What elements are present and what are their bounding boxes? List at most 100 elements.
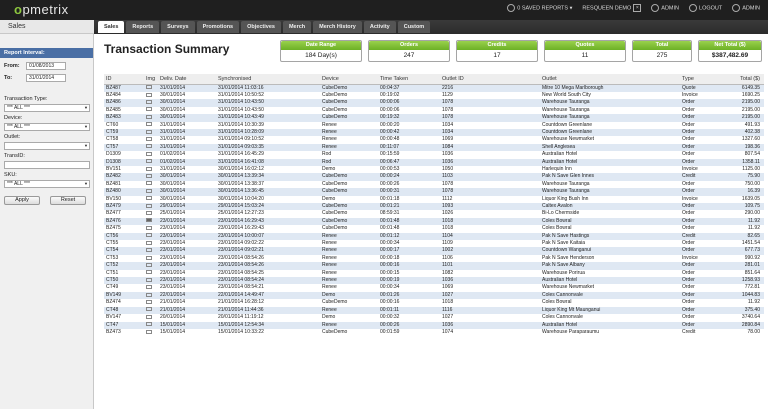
tab-promotions[interactable]: Promotions bbox=[196, 21, 240, 33]
image-icon[interactable] bbox=[146, 248, 152, 253]
table-cell[interactable]: BV150 bbox=[104, 195, 144, 203]
table-row[interactable]: BZ484 30/01/2014 31/01/2014 10:50:52 CubeDe… bbox=[104, 91, 764, 100]
table-cell[interactable]: BZ485 bbox=[104, 106, 144, 115]
column-header[interactable]: Synchronised bbox=[216, 74, 320, 85]
image-icon[interactable] bbox=[146, 85, 152, 90]
image-icon[interactable] bbox=[146, 114, 152, 119]
column-header[interactable]: Img bbox=[144, 74, 158, 85]
table-row[interactable]: BZ486 30/01/2014 31/01/2014 10:43:50 CubeDe… bbox=[104, 99, 764, 107]
table-row[interactable]: BZ474 21/01/2014 21/01/2014 16:28:12 CubeDe… bbox=[104, 299, 764, 307]
tab-activity[interactable]: Activity bbox=[363, 21, 396, 33]
tab-objectives[interactable]: Objectives bbox=[241, 21, 281, 33]
table-row[interactable]: CT53 23/01/2014 23/01/2014 08:54:26 Renee 00… bbox=[104, 254, 764, 263]
image-icon[interactable] bbox=[146, 166, 152, 171]
table-cell[interactable]: CT56 bbox=[104, 232, 144, 241]
app-logo[interactable]: opmetrix bbox=[14, 2, 69, 17]
table-cell[interactable]: CT51 bbox=[104, 269, 144, 278]
table-cell[interactable]: BZ481 bbox=[104, 180, 144, 189]
tab-merch[interactable]: Merch bbox=[282, 21, 312, 33]
device-select[interactable]: *** ALL *** bbox=[4, 123, 90, 131]
column-header[interactable]: Outlet bbox=[540, 74, 680, 85]
table-row[interactable]: CT59 31/01/2014 31/01/2014 10:28:09 Renee 00… bbox=[104, 128, 764, 137]
table-row[interactable]: BV147 20/01/2014 20/01/2014 11:19:12 Demo 00… bbox=[104, 314, 764, 322]
table-cell[interactable]: BZ487 bbox=[104, 84, 144, 92]
table-row[interactable]: CT55 23/01/2014 23/01/2014 09:02:22 Renee 00… bbox=[104, 240, 764, 248]
table-cell[interactable]: BV147 bbox=[104, 314, 144, 322]
admin-link-1[interactable]: ADMIN bbox=[651, 4, 679, 12]
logout-link[interactable]: LOGOUT bbox=[689, 4, 722, 12]
outlet-input[interactable] bbox=[4, 142, 90, 150]
from-date-input[interactable]: 01/08/2013 bbox=[26, 62, 66, 70]
table-row[interactable]: BZ485 30/01/2014 31/01/2014 10:43:50 CubeDe… bbox=[104, 106, 764, 115]
image-icon[interactable] bbox=[146, 307, 152, 312]
column-header[interactable]: ID bbox=[104, 74, 144, 85]
table-cell[interactable]: CT58 bbox=[104, 136, 144, 144]
table-cell[interactable]: BZ473 bbox=[104, 328, 144, 337]
admin-link-2[interactable]: ADMIN bbox=[732, 4, 760, 12]
table-row[interactable]: CT57 31/01/2014 31/01/2014 09:03:35 Renee 00… bbox=[104, 143, 764, 152]
image-icon[interactable] bbox=[146, 262, 152, 267]
reset-button[interactable]: Reset bbox=[50, 196, 86, 205]
tab-surveys[interactable]: Surveys bbox=[161, 21, 195, 33]
table-cell[interactable]: CT53 bbox=[104, 254, 144, 263]
table-row[interactable]: CT60 31/01/2014 31/01/2014 10:30:39 Renee 00… bbox=[104, 121, 764, 129]
table-cell[interactable]: BZ474 bbox=[104, 299, 144, 307]
table-row[interactable]: BZ482 30/01/2014 30/01/2014 13:39:34 CubeDe… bbox=[104, 173, 764, 181]
column-header[interactable]: Device bbox=[320, 74, 378, 85]
image-icon[interactable] bbox=[146, 174, 152, 179]
table-cell[interactable]: BZ484 bbox=[104, 91, 144, 100]
apply-button[interactable]: Apply bbox=[4, 196, 40, 205]
image-icon[interactable] bbox=[146, 129, 152, 134]
table-row[interactable]: BZ480 30/01/2014 30/01/2014 13:36:45 CubeDe… bbox=[104, 188, 764, 196]
table-row[interactable]: CT52 23/01/2014 23/01/2014 08:54:26 Renee 00… bbox=[104, 262, 764, 270]
table-cell[interactable]: CT47 bbox=[104, 321, 144, 329]
table-row[interactable]: BZ477 25/01/2014 25/01/2014 12:27:23 CubeDe… bbox=[104, 210, 764, 218]
column-header[interactable]: Outlet ID bbox=[440, 74, 540, 85]
image-icon[interactable] bbox=[146, 137, 152, 142]
table-cell[interactable]: BZ480 bbox=[104, 188, 144, 196]
table-row[interactable]: BZ476 23/01/2014 23/01/2014 16:29:43 CubeDe… bbox=[104, 217, 764, 226]
table-row[interactable]: CT49 23/01/2014 23/01/2014 08:54:21 Renee 00… bbox=[104, 284, 764, 292]
table-cell[interactable]: CT55 bbox=[104, 240, 144, 248]
user-menu[interactable]: RESQUEEN DEMO × bbox=[582, 4, 642, 12]
transid-input[interactable] bbox=[4, 161, 90, 169]
tab-reports[interactable]: Reports bbox=[126, 21, 160, 33]
table-cell[interactable]: D1308 bbox=[104, 158, 144, 166]
table-row[interactable]: BZ473 15/01/2014 15/01/2014 10:33:22 CubeDe… bbox=[104, 328, 764, 337]
column-header[interactable]: Deliv. Date bbox=[158, 74, 216, 85]
table-row[interactable]: BZ487 31/01/2014 31/01/2014 11:03:16 CubeDe… bbox=[104, 84, 764, 92]
table-row[interactable]: CT51 23/01/2014 23/01/2014 08:54:25 Renee 00… bbox=[104, 269, 764, 278]
image-icon[interactable] bbox=[146, 181, 152, 186]
table-row[interactable]: CT48 21/01/2014 21/01/2014 11:44:36 Renee 00… bbox=[104, 306, 764, 315]
column-header[interactable]: Time Taken bbox=[378, 74, 440, 85]
table-row[interactable]: BV149 22/01/2014 22/01/2014 14:49:47 Demo 00… bbox=[104, 291, 764, 300]
image-icon[interactable] bbox=[146, 99, 152, 104]
column-header[interactable]: Total ($) bbox=[722, 74, 764, 85]
table-row[interactable]: BZ483 30/01/2014 31/01/2014 10:43:49 CubeDe… bbox=[104, 114, 764, 122]
image-icon[interactable] bbox=[146, 144, 152, 149]
to-date-input[interactable]: 31/01/2014 bbox=[26, 74, 66, 82]
image-icon[interactable] bbox=[146, 92, 152, 97]
image-icon[interactable] bbox=[146, 270, 152, 275]
column-header[interactable]: Type bbox=[680, 74, 722, 85]
image-icon[interactable] bbox=[146, 159, 152, 164]
table-row[interactable]: CT50 23/01/2014 23/01/2014 08:54:24 Renee 00… bbox=[104, 277, 764, 285]
image-icon[interactable] bbox=[146, 211, 152, 216]
table-cell[interactable]: CT48 bbox=[104, 306, 144, 315]
table-cell[interactable]: BV151 bbox=[104, 165, 144, 174]
tab-sales[interactable]: Sales bbox=[98, 21, 125, 33]
table-row[interactable]: BV150 30/01/2014 30/01/2014 10:04:20 Demo 00… bbox=[104, 195, 764, 203]
table-cell[interactable]: BZ482 bbox=[104, 173, 144, 181]
table-cell[interactable]: BZ483 bbox=[104, 114, 144, 122]
table-cell[interactable]: CT59 bbox=[104, 128, 144, 137]
image-icon[interactable] bbox=[146, 122, 152, 127]
table-row[interactable]: D1309 01/02/2014 31/01/2014 16:45:29 Rod 00:… bbox=[104, 151, 764, 159]
table-cell[interactable]: BZ486 bbox=[104, 99, 144, 107]
image-icon[interactable] bbox=[146, 277, 152, 282]
image-icon[interactable] bbox=[146, 233, 152, 238]
table-cell[interactable]: CT54 bbox=[104, 247, 144, 255]
close-icon[interactable]: × bbox=[633, 4, 642, 12]
table-row[interactable]: BZ479 29/01/2014 29/01/2014 15:03:24 CubeDe… bbox=[104, 203, 764, 211]
table-cell[interactable]: BZ475 bbox=[104, 225, 144, 233]
table-row[interactable]: CT58 31/01/2014 31/01/2014 09:10:52 Renee 00… bbox=[104, 136, 764, 144]
